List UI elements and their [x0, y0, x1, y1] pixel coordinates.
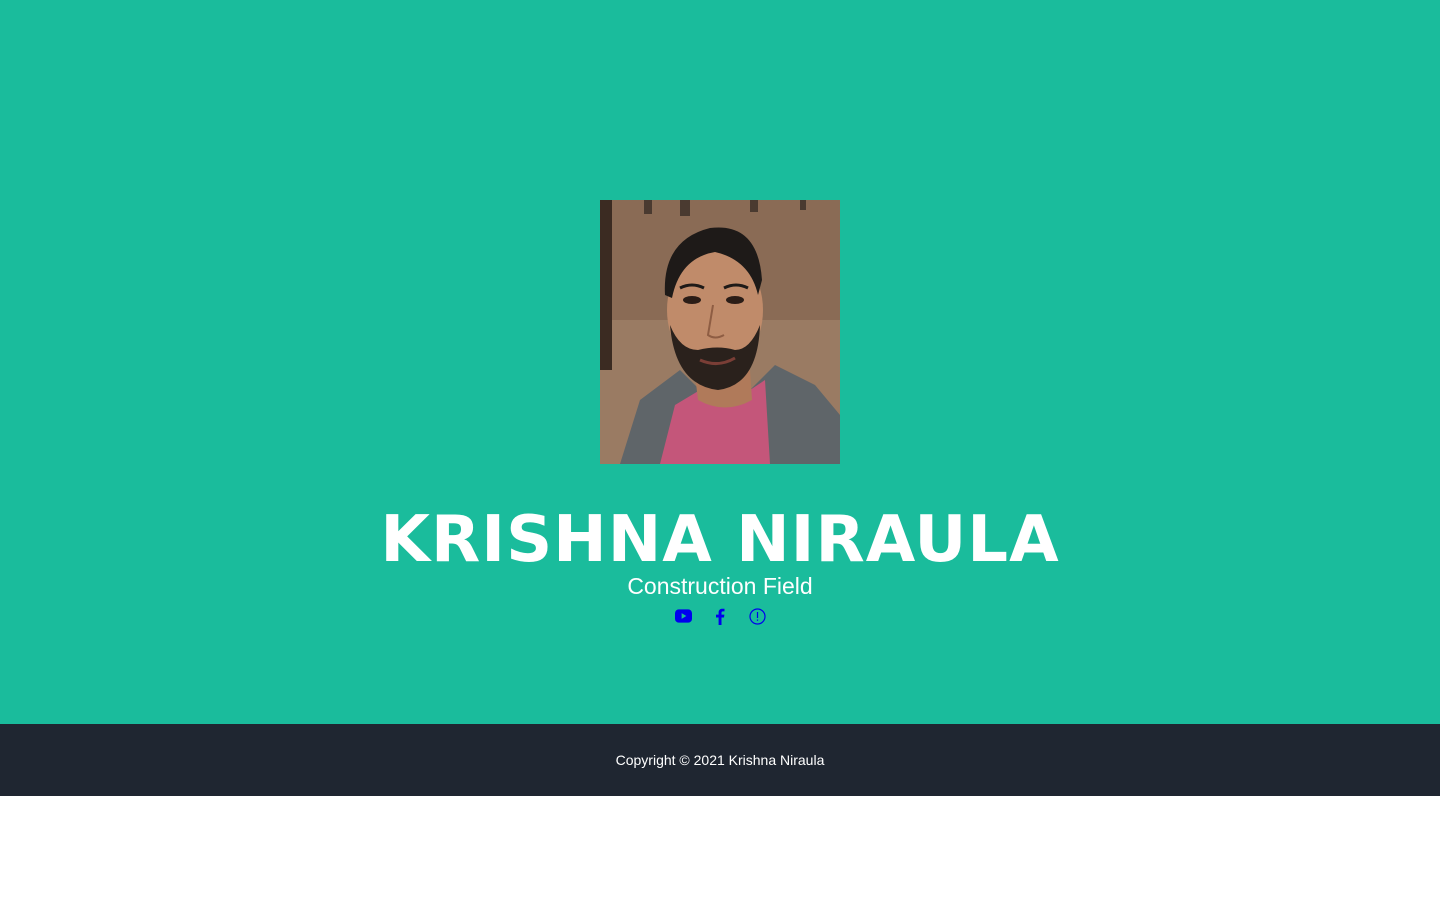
footer: Copyright © 2021 Krishna Niraula [0, 724, 1440, 796]
youtube-link[interactable] [674, 604, 692, 628]
info-link[interactable] [748, 604, 766, 628]
profile-subtitle: Construction Field [627, 573, 813, 599]
youtube-icon [674, 609, 692, 623]
info-icon [748, 607, 766, 625]
social-links [0, 604, 1440, 628]
copyright-text: Copyright © 2021 Krishna Niraula [615, 752, 825, 768]
facebook-icon [716, 608, 725, 625]
facebook-link[interactable] [712, 604, 729, 628]
masthead: KRISHNA NIRAULA Construction Field [0, 0, 1440, 724]
profile-photo [600, 200, 840, 464]
profile-name: KRISHNA NIRAULA [380, 503, 1060, 577]
